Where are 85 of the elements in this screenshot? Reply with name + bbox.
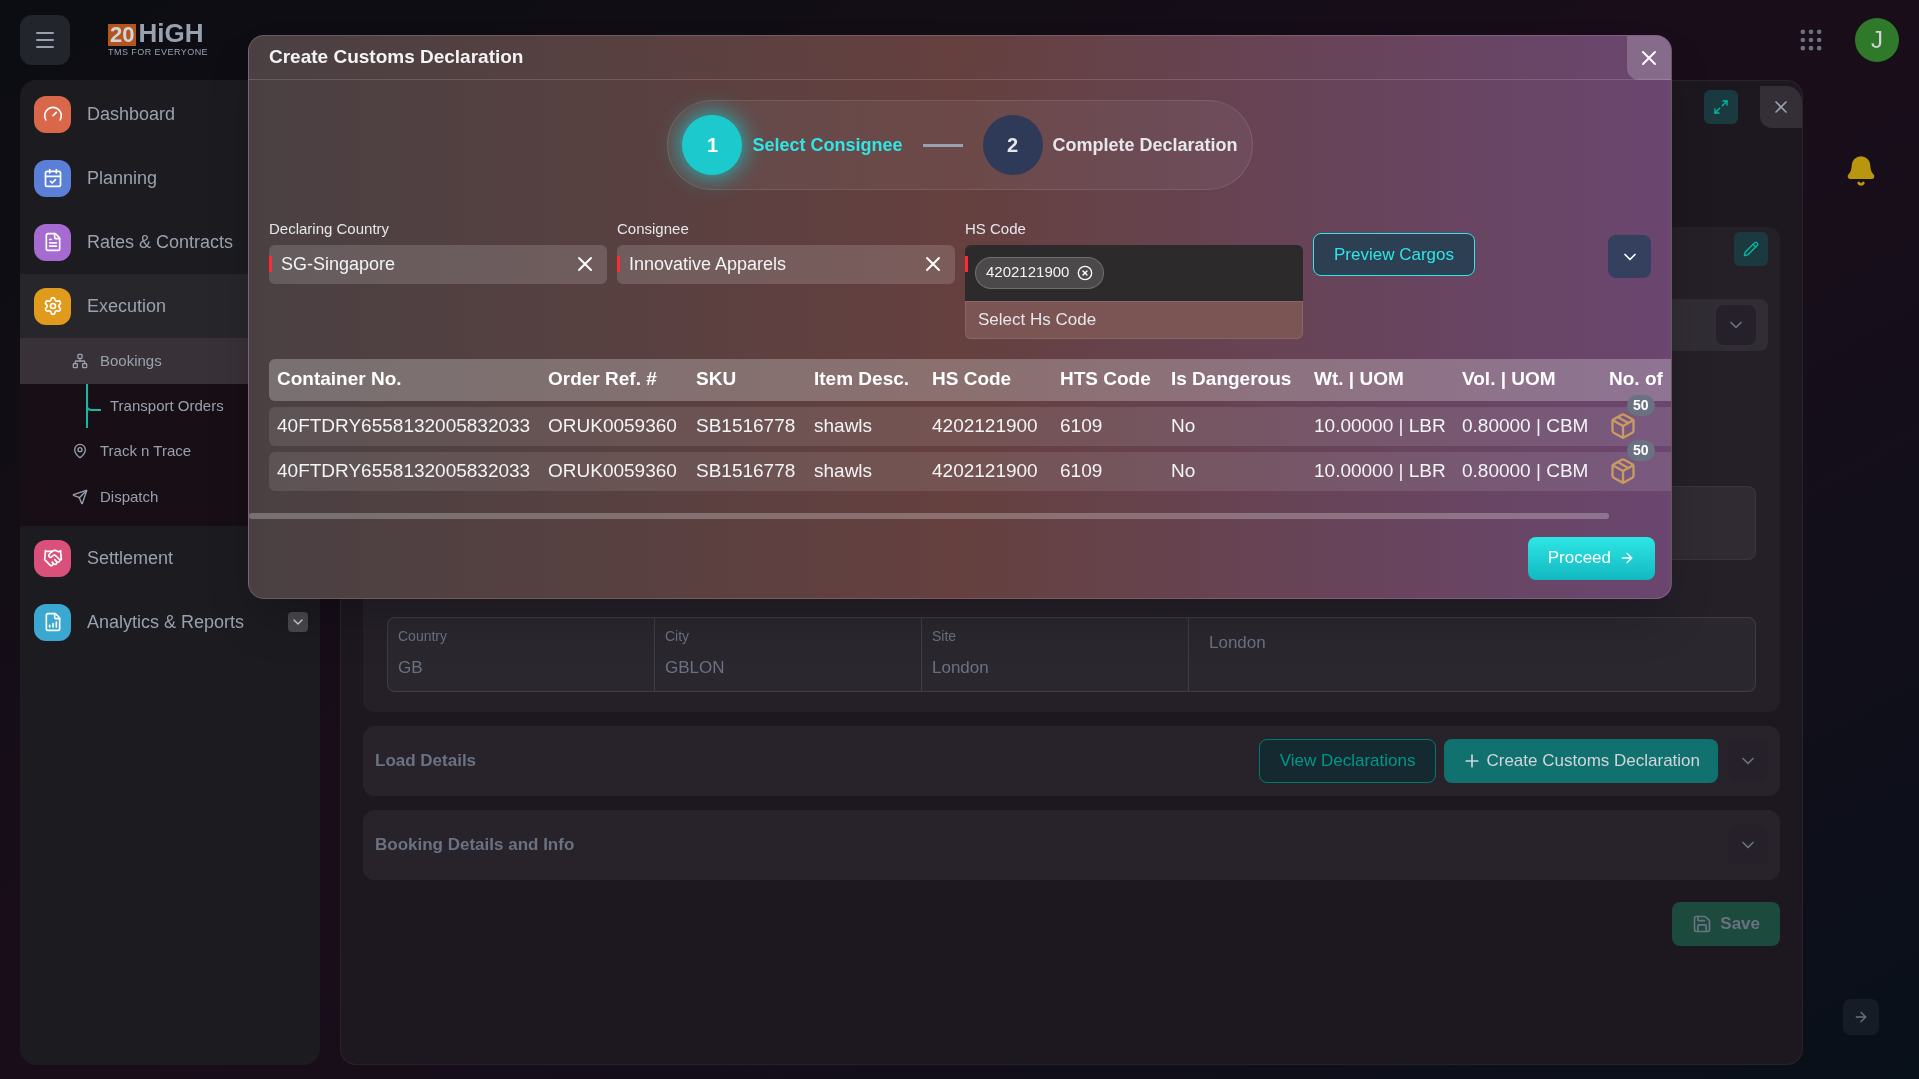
table-cell-text: No <box>1171 458 1197 483</box>
sidebar-item[interactable]: Dashboard <box>20 82 320 146</box>
table-cell-text: 4202121900 <box>932 413 1039 438</box>
arrow-right-icon[interactable] <box>1843 999 1879 1035</box>
column-header: Container No. <box>277 367 403 392</box>
box-icon <box>1609 457 1637 485</box>
table-cell-text: No <box>1171 413 1197 438</box>
logo-tagline: TMS FOR EVERYONE <box>108 46 209 60</box>
logo-name: HiGH <box>138 20 204 47</box>
table-cell-text: 40FTDRY6558132005832033 <box>277 413 532 438</box>
multi-select-field[interactable]: 4202121900 <box>965 244 1303 301</box>
sidebar-subitem[interactable]: Transport Orders <box>110 394 224 418</box>
table-cell-text: SB1516778 <box>696 413 797 438</box>
sidebar-subitem[interactable]: Bookings <box>20 338 248 384</box>
field-value: GBLON <box>665 657 726 679</box>
step-label: Select Consignee <box>752 133 903 157</box>
column-header: Is Dangerous <box>1171 367 1293 392</box>
bell-icon[interactable] <box>1845 155 1877 187</box>
modal-title: Create Customs Declaration <box>269 45 525 70</box>
field-value: GB <box>398 657 424 679</box>
step-number: 2 <box>982 115 1043 175</box>
column-header: No. of <box>1609 367 1664 392</box>
table-cell-text: ORUK0059360 <box>548 458 678 483</box>
network-icon <box>72 353 88 369</box>
step-number: 1 <box>682 115 743 175</box>
table-cell-text: 10.00000 | LBR <box>1314 413 1447 438</box>
arrow-right-icon <box>1619 550 1635 566</box>
table-cell-text: 6109 <box>1060 458 1104 483</box>
table-cell-text: 6109 <box>1060 413 1104 438</box>
field-label: City <box>665 627 691 646</box>
table-cell-text: SB1516778 <box>696 458 797 483</box>
step[interactable]: 1 Select Consignee <box>682 115 903 175</box>
tree-connector-icon <box>86 384 102 428</box>
expand-icon[interactable] <box>1704 90 1738 124</box>
select-field[interactable]: SG-Singapore <box>269 244 607 284</box>
field-label: Country <box>398 627 449 646</box>
view-declarations-button[interactable]: View Declarations <box>1258 739 1437 783</box>
box-icon <box>1609 412 1637 440</box>
section-title: Booking Details and Info <box>375 834 576 857</box>
count-badge: 50 <box>1627 440 1655 461</box>
menu-button[interactable] <box>20 15 70 65</box>
count-badge: 50 <box>1627 395 1655 416</box>
sidebar-subitem[interactable]: Track n Trace <box>20 428 248 474</box>
table-cell-text: 10.00000 | LBR <box>1314 458 1447 483</box>
logo-number: 20 <box>108 24 137 47</box>
table-cell-text: 0.80000 | CBM <box>1462 413 1590 438</box>
column-header: Item Desc. <box>814 367 911 392</box>
table-cell-text: 0.80000 | CBM <box>1462 458 1590 483</box>
column-header: HTS Code <box>1060 367 1152 392</box>
sidebar-item[interactable]: Settlement <box>20 526 320 590</box>
column-header: Wt. | UOM <box>1314 367 1405 392</box>
column-header: SKU <box>696 367 738 392</box>
table-cell-text: shawls <box>814 413 874 438</box>
sidebar-item[interactable]: Analytics & Reports <box>20 590 320 654</box>
column-header: Order Ref. # <box>548 367 658 392</box>
field-label: Declaring Country <box>269 219 391 239</box>
column-header: HS Code <box>932 367 1013 392</box>
step-label: Complete Declaration <box>1052 133 1238 157</box>
field-label: Site <box>932 627 958 646</box>
table-cell-text: shawls <box>814 458 874 483</box>
user-avatar[interactable]: J <box>1855 18 1899 62</box>
field-value: London <box>932 657 990 679</box>
location-pin-icon <box>72 443 88 459</box>
step[interactable]: 2 Complete Declaration <box>982 115 1238 175</box>
close-icon[interactable] <box>1760 86 1802 128</box>
field-label: HS Code <box>965 219 1027 239</box>
section-title: Load Details <box>375 750 478 773</box>
edit-icon[interactable] <box>1734 232 1768 266</box>
chevron-icon[interactable] <box>288 612 308 632</box>
sidebar-item[interactable]: Planning <box>20 146 320 210</box>
dropdown-option[interactable]: Select Hs Code <box>965 300 1303 339</box>
column-header: Vol. | UOM <box>1462 367 1557 392</box>
tag-chip: 4202121900 <box>975 256 1105 289</box>
select-field[interactable]: Innovative Apparels <box>617 244 955 284</box>
table-cell-text: 4202121900 <box>932 458 1039 483</box>
save-icon <box>1692 914 1713 934</box>
table-cell-text: 40FTDRY6558132005832033 <box>277 458 532 483</box>
paper-plane-icon <box>72 489 88 505</box>
remove-icon[interactable] <box>1077 264 1094 281</box>
field-label: Consignee <box>617 219 690 239</box>
create-declaration-button[interactable]: Create Customs Declaration <box>1444 739 1718 783</box>
sidebar-subitem[interactable]: Dispatch <box>20 474 248 520</box>
table-cell-text: ORUK0059360 <box>548 413 678 438</box>
close-button[interactable] <box>1627 36 1671 80</box>
preview-cargos-button[interactable]: Preview Cargos <box>1313 233 1475 276</box>
